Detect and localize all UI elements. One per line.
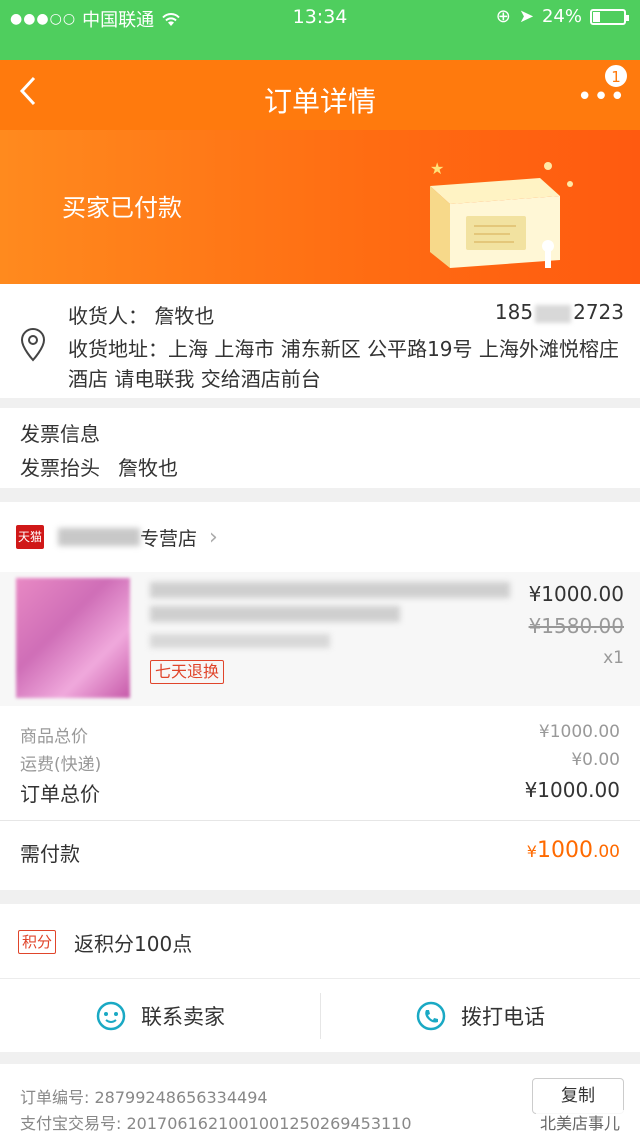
alipay-number: 2017061621001001250269453110	[126, 1114, 412, 1133]
watermark: 北美店事儿	[535, 1110, 624, 1134]
points-suffix: 点	[172, 932, 193, 956]
invoice-title: 发票信息	[20, 422, 100, 446]
points-text: 返积分100点	[74, 928, 192, 957]
chevron-right-icon: ›	[209, 524, 218, 550]
payment-amount: ¥1000.00	[527, 838, 620, 867]
recipient-label: 收货人：	[68, 304, 148, 328]
invoice-header-row: 发票抬头 詹牧也	[20, 452, 178, 481]
payment-decimal: .00	[592, 842, 620, 862]
shipping-row: 运费(快递) ¥0.00	[20, 750, 620, 775]
product-title-blur-2	[150, 606, 400, 622]
battery-icon	[590, 8, 629, 25]
recipient-row: 收货人： 詹牧也	[68, 300, 214, 329]
address-label: 收货地址：	[68, 337, 168, 361]
svg-text:★: ★	[430, 159, 444, 178]
call-label: 拨打电话	[461, 1005, 545, 1029]
call-button[interactable]: 拨打电话	[320, 979, 640, 1053]
address-section[interactable]: 收货人： 詹牧也 185 2723 收货地址：上海 上海市 浦东新区 公平路19号…	[0, 284, 640, 398]
phone-suffix: 2723	[573, 300, 624, 324]
payment-integer: 1000	[536, 838, 593, 863]
copy-button[interactable]: 复制	[532, 1078, 624, 1114]
order-number: 2879924865633449​4	[94, 1088, 268, 1107]
payment-label: 需付款	[20, 842, 80, 866]
order-status: 买家已付款	[62, 194, 182, 222]
invoice-header-label: 发票抬头	[20, 456, 100, 480]
status-bar: ●●●○○ 中国联通 13:34 ⊕ ➤ 24%	[0, 0, 640, 34]
phone-prefix: 185	[494, 300, 534, 324]
invoice-section: 发票信息 发票抬头 詹牧也	[0, 408, 640, 488]
product-sku-blur	[150, 634, 330, 648]
tmall-badge: 天猫	[16, 525, 44, 549]
location-icon: ➤	[518, 6, 534, 27]
contact-seller-label: 联系卖家	[141, 1005, 225, 1029]
invoice-header-value: 詹牧也	[118, 456, 178, 480]
divider	[0, 820, 640, 821]
address-row: 收货地址：上海 上海市 浦东新区 公平路19号 上海外滩悦榕庄酒店 请电联我 交…	[68, 334, 620, 394]
phone-icon	[416, 1001, 446, 1031]
notification-badge: 1	[604, 64, 628, 88]
shop-name-suffix: 专营店	[140, 527, 198, 550]
shipping-label: 运费(快递)	[20, 755, 102, 775]
phone-blur	[535, 304, 572, 323]
goods-total-row: 商品总价 ¥1000.00	[20, 722, 620, 747]
location-pin-icon	[20, 328, 46, 362]
goods-total-label: 商品总价	[20, 727, 88, 747]
alipay-number-row: 支付宝交易号: 2017061621001001250269453110	[20, 1110, 412, 1134]
product-thumbnail[interactable]	[16, 578, 130, 698]
shop-section: 天猫 专营店 › 七天退换 ¥1000.00 ¥1580.00 x1 商品总价 …	[0, 502, 640, 890]
product-title-blur	[150, 582, 510, 598]
battery-fill	[593, 11, 601, 22]
package-box-icon: ★	[430, 159, 573, 268]
recipient-name: 詹牧也	[154, 304, 215, 328]
recipient-phone: 185 2723	[495, 300, 624, 324]
nav-bar: 订单详情 ••• 1	[0, 60, 640, 130]
product-original-price: ¥1580.00	[528, 614, 624, 638]
page-title: 订单详情	[263, 85, 376, 118]
order-status-banner: 买家已付款 ★	[0, 130, 640, 284]
goods-total-value: ¥1000.00	[538, 722, 620, 742]
contact-seller-button[interactable]: 联系卖家	[0, 979, 320, 1053]
rotation-lock-icon: ⊕	[495, 6, 511, 27]
alipay-number-label: 支付宝交易号:	[20, 1114, 122, 1133]
points-prefix: 返积分	[74, 932, 134, 956]
points-section: 积分 返积分100点	[0, 904, 640, 978]
return-policy-tag: 七天退换	[150, 660, 225, 684]
shop-name-blur	[58, 528, 140, 546]
points-tag: 积分	[18, 930, 57, 954]
payment-currency: ¥	[526, 842, 537, 861]
product-price: ¥1000.00	[528, 582, 624, 606]
order-total-label: 订单总价	[20, 782, 100, 806]
order-number-label: 订单编号:	[20, 1088, 90, 1107]
battery-percent: 24%	[541, 6, 582, 27]
payment-row: 需付款 ¥1000.00	[20, 838, 620, 867]
order-total-row: 订单总价 ¥1000.00	[20, 778, 620, 807]
order-number-row: 订单编号: 2879924865633449​4	[20, 1084, 268, 1108]
order-total-value: ¥1000.00	[524, 778, 620, 802]
points-value: 100	[134, 932, 173, 956]
shipping-value: ¥0.00	[571, 750, 620, 770]
action-bar: 联系卖家 拨打电话	[0, 978, 640, 1052]
product-quantity: x1	[603, 648, 624, 668]
shop-header[interactable]: 天猫 专营店 ›	[16, 520, 218, 554]
chat-face-icon	[96, 1001, 126, 1031]
order-info-section: 订单编号: 2879924865633449​4 支付宝交易号: 2017061…	[0, 1064, 640, 1136]
